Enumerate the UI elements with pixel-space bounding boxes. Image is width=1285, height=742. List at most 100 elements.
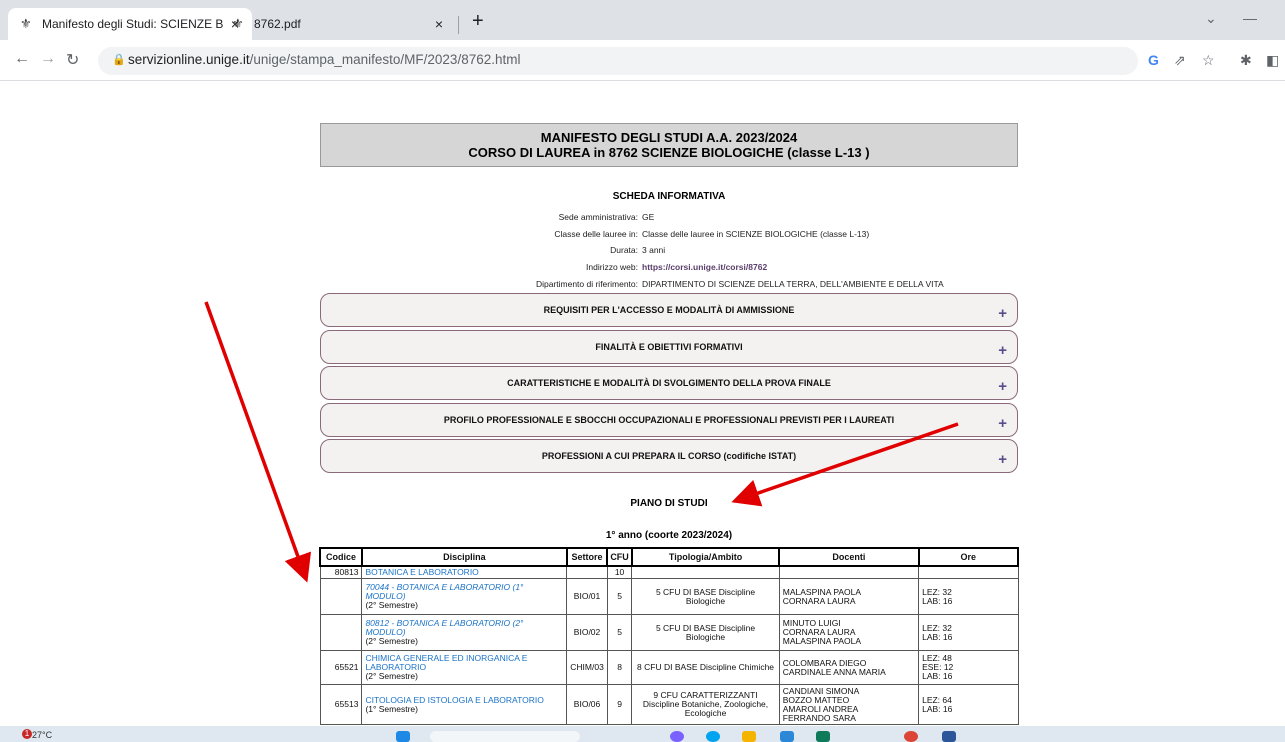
- chrome-icon[interactable]: [904, 731, 918, 742]
- semester-label: (1° Semestre): [365, 703, 418, 714]
- docenti-cell: CANDIANI SIMONA BOZZO MATTEO AMAROLI AND…: [778, 684, 920, 725]
- codice-cell: [319, 614, 363, 651]
- word-icon[interactable]: [942, 731, 956, 742]
- edge-icon[interactable]: [706, 731, 720, 742]
- tab-search-icon[interactable]: ⌄: [1205, 10, 1217, 27]
- expand-plus-icon[interactable]: +: [998, 378, 1007, 395]
- url-host: servizionline.unige.it: [128, 52, 250, 67]
- tab-separator: [458, 16, 459, 34]
- codice-cell: 65513: [319, 684, 363, 725]
- table-row: 80812 - BOTANICA E LABORATORIO (2° MODUL…: [319, 614, 1019, 651]
- ore-cell: LEZ: 48 ESE: 12 LAB: 16: [918, 650, 1019, 685]
- disciplina-cell: 80812 - BOTANICA E LABORATORIO (2° MODUL…: [361, 614, 568, 651]
- accordion-finalita[interactable]: FINALITÀ E OBIETTIVI FORMATIVI +: [320, 330, 1018, 364]
- codice-cell: [319, 578, 363, 615]
- ore-cell: [918, 565, 1019, 579]
- tab-pdf[interactable]: ⚜ 8762.pdf ×: [222, 8, 456, 40]
- course-link[interactable]: CHIMICA GENERALE ED INORGANICA E LABORAT…: [365, 653, 527, 672]
- start-icon[interactable]: [396, 731, 410, 742]
- scheda-label: Sede amministrativa:: [558, 212, 638, 222]
- semester-label: (2° Semestre): [365, 600, 418, 610]
- notification-badge: 1: [22, 729, 32, 739]
- scheda-value: DIPARTIMENTO DI SCIENZE DELLA TERRA, DEL…: [642, 279, 944, 289]
- file-explorer-icon[interactable]: [742, 731, 756, 742]
- accordion-label: PROFESSIONI A CUI PREPARA IL CORSO (codi…: [541, 451, 797, 461]
- unige-favicon-icon: ⚜: [20, 16, 32, 31]
- table-row: 80813 BOTANICA E LABORATORIO 10: [319, 565, 1019, 579]
- settore-cell: CHIM/03: [566, 650, 608, 685]
- expand-plus-icon[interactable]: +: [998, 342, 1007, 359]
- app-icon[interactable]: [816, 731, 830, 742]
- module-title: 80812 - BOTANICA E LABORATORIO (2° MODUL…: [365, 618, 524, 637]
- scheda-link[interactable]: https://corsi.unige.it/corsi/8762: [642, 262, 767, 272]
- accordion-label: REQUISITI PER L'ACCESSO E MODALITÀ DI AM…: [543, 305, 795, 315]
- settore-cell: BIO/06: [566, 684, 608, 725]
- table-row: 65521 CHIMICA GENERALE ED INORGANICA E L…: [319, 650, 1019, 685]
- tipologia-cell: 5 CFU DI BASE Discipline Biologiche: [631, 614, 780, 651]
- new-tab-button[interactable]: +: [472, 10, 484, 33]
- scheda-title: SCHEDA INFORMATIVA: [612, 191, 726, 202]
- semester-label: (2° Semestre): [365, 671, 418, 681]
- module-link[interactable]: 80812 - BOTANICA E LABORATORIO (2° MODUL…: [365, 618, 523, 637]
- column-header: Ore: [917, 547, 1020, 567]
- settore-cell: BIO/01: [566, 578, 608, 615]
- sidepanel-icon[interactable]: ◧: [1266, 52, 1279, 69]
- taskbar-search-box[interactable]: [430, 731, 580, 742]
- codice-cell: 80813: [319, 565, 363, 579]
- tipologia-cell: 8 CFU DI BASE Discipline Chimiche: [631, 650, 780, 685]
- settore-cell: BIO/02: [566, 614, 608, 651]
- tab-manifesto[interactable]: ⚜ Manifesto degli Studi: SCIENZE B ×: [8, 8, 252, 40]
- docenti-cell: MINUTO LUIGI CORNARA LAURA MALASPINA PAO…: [778, 614, 920, 651]
- module-link[interactable]: 70044 - BOTANICA E LABORATORIO (1° MODUL…: [365, 582, 523, 601]
- ore-cell: LEZ: 32 LAB: 16: [918, 614, 1019, 651]
- tipologia-cell: 9 CFU CARATTERIZZANTI Discipline Botanic…: [631, 684, 780, 725]
- study-plan-table: Codice Disciplina Settore CFU Tipologia/…: [319, 547, 1020, 725]
- scheda-label: Classe delle lauree in:: [554, 229, 638, 239]
- accordion-label: PROFILO PROFESSIONALE E SBOCCHI OCCUPAZI…: [443, 415, 895, 425]
- accordion-label: FINALITÀ E OBIETTIVI FORMATIVI: [595, 342, 743, 352]
- back-icon[interactable]: ←: [14, 50, 30, 68]
- weather-widget[interactable]: 27°C: [32, 730, 52, 740]
- ore-cell: LEZ: 64 LAB: 16: [918, 684, 1019, 725]
- scheda-label: Dipartimento di riferimento:: [535, 279, 638, 289]
- minimize-icon[interactable]: —: [1243, 10, 1257, 26]
- lock-icon[interactable]: 🔒: [112, 53, 126, 66]
- extensions-icon[interactable]: ✱: [1240, 52, 1252, 69]
- table-row: 70044 - BOTANICA E LABORATORIO (1° MODUL…: [319, 578, 1019, 615]
- reload-icon[interactable]: ↻: [66, 50, 79, 70]
- url-path: /unige/stampa_manifesto/MF/2023/8762.htm…: [249, 52, 521, 67]
- disciplina-cell: BOTANICA E LABORATORIO: [361, 565, 568, 579]
- ore-cell: LEZ: 32 LAB: 16: [918, 578, 1019, 615]
- scheda-label: Indirizzo web:: [586, 262, 638, 272]
- cfu-cell: 9: [606, 684, 633, 725]
- windows-taskbar: [0, 726, 1285, 742]
- store-icon[interactable]: [780, 731, 794, 742]
- app-icon[interactable]: [670, 731, 684, 742]
- manifesto-header: MANIFESTO DEGLI STUDI A.A. 2023/2024 COR…: [320, 123, 1018, 167]
- course-link[interactable]: BOTANICA E LABORATORIO: [365, 567, 478, 577]
- forward-icon[interactable]: →: [40, 50, 56, 68]
- url-text[interactable]: servizionline.unige.it/unige/stampa_mani…: [128, 52, 520, 67]
- page-content: MANIFESTO DEGLI STUDI A.A. 2023/2024 COR…: [0, 81, 1285, 726]
- accordion-profilo[interactable]: PROFILO PROFESSIONALE E SBOCCHI OCCUPAZI…: [320, 403, 1018, 437]
- tipologia-cell: [631, 565, 780, 579]
- column-header: CFU: [606, 547, 633, 567]
- column-header: Settore: [565, 547, 609, 567]
- table-header-row: Codice Disciplina Settore CFU Tipologia/…: [319, 547, 1020, 567]
- accordion-prova-finale[interactable]: CARATTERISTICHE E MODALITÀ DI SVOLGIMENT…: [320, 366, 1018, 400]
- star-icon[interactable]: ☆: [1202, 52, 1215, 69]
- accordion-label: CARATTERISTICHE E MODALITÀ DI SVOLGIMENT…: [507, 378, 831, 388]
- expand-plus-icon[interactable]: +: [998, 415, 1007, 432]
- share-icon[interactable]: ⇗: [1174, 52, 1186, 69]
- accordion-professioni[interactable]: PROFESSIONI A CUI PREPARA IL CORSO (codi…: [320, 439, 1018, 473]
- column-header: Disciplina: [360, 547, 568, 567]
- cfu-cell: 10: [606, 565, 633, 579]
- close-tab-icon[interactable]: ×: [428, 16, 450, 32]
- course-link[interactable]: https://corsi.unige.it/corsi/8762: [642, 262, 767, 272]
- expand-plus-icon[interactable]: +: [998, 451, 1007, 468]
- accordion-requisiti[interactable]: REQUISITI PER L'ACCESSO E MODALITÀ DI AM…: [320, 293, 1018, 327]
- google-icon[interactable]: G: [1148, 52, 1159, 68]
- disciplina-cell: CITOLOGIA ED ISTOLOGIA E LABORATORIO (1° …: [361, 684, 568, 725]
- tab-title: Manifesto degli Studi: SCIENZE B: [42, 17, 224, 31]
- expand-plus-icon[interactable]: +: [998, 305, 1007, 322]
